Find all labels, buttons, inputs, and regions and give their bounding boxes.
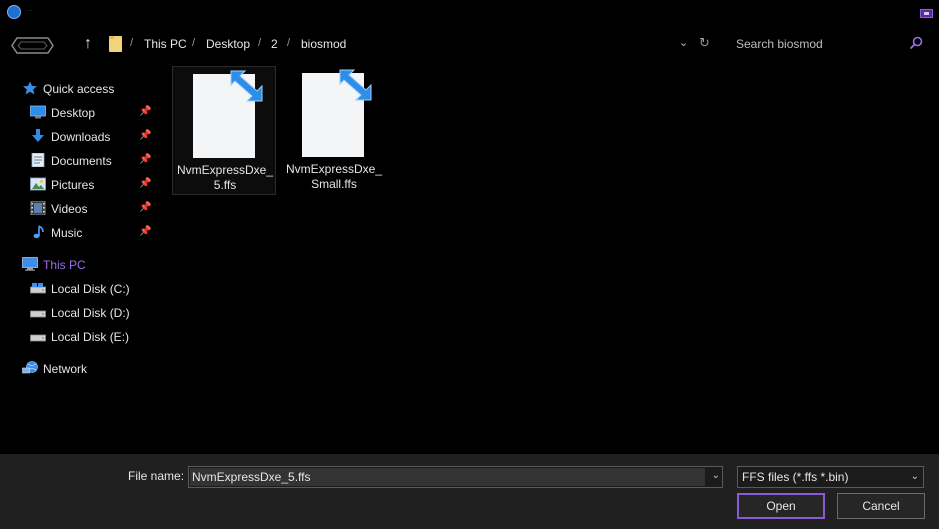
sidebar-item-label: This PC — [43, 258, 86, 272]
sidebar-item-music[interactable]: Music 📌 — [0, 222, 168, 242]
sidebar-item-label: Pictures — [51, 178, 95, 192]
up-arrow-icon[interactable]: ↑ — [84, 35, 92, 53]
close-icon[interactable] — [920, 9, 933, 18]
breadcrumb-separator: / — [192, 37, 196, 49]
documents-icon — [31, 153, 45, 167]
file-type-value: FFS files (*.ffs *.bin) — [742, 470, 849, 484]
back-forward-icon[interactable] — [11, 37, 54, 54]
pin-icon[interactable]: 📌 — [139, 202, 151, 213]
breadcrumb-separator: / — [287, 37, 291, 49]
dialog-footer: File name: NvmExpressDxe_5.ffs ⌄ FFS fil… — [0, 454, 939, 529]
search-box[interactable]: Search biosmod — [726, 31, 929, 57]
sidebar-item-desktop[interactable]: Desktop 📌 — [0, 102, 168, 122]
pin-icon[interactable]: 📌 — [139, 106, 151, 117]
videos-icon — [30, 201, 46, 215]
drive-icon — [30, 310, 46, 318]
cancel-button[interactable]: Cancel — [837, 493, 925, 519]
breadcrumb-2[interactable]: 2 — [271, 37, 278, 51]
pin-icon[interactable]: 📌 — [139, 226, 151, 237]
app-icon — [7, 5, 21, 19]
sidebar-item-documents[interactable]: Documents 📌 — [0, 150, 168, 170]
sidebar-item-network[interactable]: Network — [0, 358, 168, 378]
search-icon[interactable] — [909, 36, 923, 50]
sidebar-item-label: Videos — [51, 202, 88, 216]
shortcut-arrow-icon — [230, 70, 263, 102]
pin-icon[interactable]: 📌 — [139, 154, 151, 165]
sidebar-item-label: Quick access — [43, 82, 115, 96]
file-list: NvmExpressDxe_ 5.ffs NvmExpressDxe_ Smal… — [168, 62, 939, 454]
sidebar-item-label: Local Disk (E:) — [51, 330, 130, 344]
sidebar-item-videos[interactable]: Videos 📌 — [0, 198, 168, 218]
sidebar-item-this-pc[interactable]: This PC — [0, 254, 168, 274]
breadcrumb-this-pc[interactable]: This PC — [144, 37, 187, 51]
breadcrumb-separator: / — [130, 37, 134, 49]
folder-icon — [109, 36, 122, 52]
pictures-icon — [30, 177, 46, 191]
sidebar-item-downloads[interactable]: Downloads 📌 — [0, 126, 168, 146]
sidebar-item-label: Downloads — [51, 130, 111, 144]
desktop-icon — [30, 105, 46, 119]
file-name-line: Small.ffs — [311, 177, 357, 191]
file-name-line: NvmExpressDxe_ — [285, 162, 383, 176]
address-toolbar: ↑ / This PC / Desktop / 2 / biosmod ⌄ ↻ … — [0, 28, 939, 62]
computer-icon — [22, 257, 38, 271]
drive-icon — [30, 283, 46, 294]
pin-icon[interactable]: 📌 — [139, 130, 151, 141]
file-name: NvmExpressDxe_ Small.ffs — [284, 162, 384, 192]
breadcrumb-desktop[interactable]: Desktop — [206, 37, 250, 51]
sidebar-item-local-disk-d[interactable]: Local Disk (D:) — [0, 302, 168, 322]
sidebar-item-label: Local Disk (D:) — [51, 306, 130, 320]
file-type-select[interactable]: FFS files (*.ffs *.bin) ⌄ — [737, 466, 924, 488]
breadcrumb-biosmod[interactable]: biosmod — [301, 37, 346, 51]
drive-icon — [30, 334, 46, 342]
file-name-line: 5.ffs — [213, 178, 237, 192]
download-icon — [32, 129, 44, 142]
title-bar: ... — [0, 0, 939, 28]
file-name: NvmExpressDxe_ 5.ffs — [175, 163, 275, 193]
filename-label: File name: — [128, 469, 185, 483]
open-button[interactable]: Open — [737, 493, 825, 519]
pin-icon[interactable]: 📌 — [139, 178, 151, 189]
navigation-pane: Quick access Desktop 📌 Downloads 📌 Docum… — [0, 74, 168, 454]
sidebar-item-label: Documents — [51, 154, 112, 168]
search-input[interactable]: Search biosmod — [736, 37, 823, 51]
breadcrumb-separator: / — [258, 37, 262, 49]
sidebar-item-label: Music — [51, 226, 83, 240]
sidebar-item-label: Local Disk (C:) — [51, 282, 130, 296]
network-icon — [22, 361, 38, 374]
filename-field[interactable]: NvmExpressDxe_5.ffs ⌄ — [188, 466, 723, 488]
shortcut-arrow-icon — [339, 69, 372, 101]
music-icon — [33, 225, 44, 239]
refresh-icon[interactable]: ↻ — [699, 35, 710, 51]
star-icon — [23, 81, 37, 95]
chevron-down-icon[interactable]: ⌄ — [679, 36, 688, 49]
chevron-down-icon[interactable]: ⌄ — [911, 471, 919, 482]
sidebar-item-label: Network — [43, 362, 88, 376]
sidebar-item-quick-access[interactable]: Quick access — [0, 78, 168, 98]
chevron-down-icon[interactable]: ⌄ — [712, 470, 720, 481]
sidebar-item-label: Desktop — [51, 106, 96, 120]
sidebar-item-local-disk-e[interactable]: Local Disk (E:) — [0, 326, 168, 346]
sidebar-item-pictures[interactable]: Pictures 📌 — [0, 174, 168, 194]
window-title: ... — [27, 7, 33, 13]
sidebar-item-local-disk-c[interactable]: Local Disk (C:) — [0, 278, 168, 298]
file-name-line: NvmExpressDxe_ — [176, 163, 274, 177]
file-item[interactable]: NvmExpressDxe_ Small.ffs — [282, 66, 386, 195]
filename-value[interactable]: NvmExpressDxe_5.ffs — [190, 468, 705, 486]
file-item[interactable]: NvmExpressDxe_ 5.ffs — [172, 66, 276, 195]
